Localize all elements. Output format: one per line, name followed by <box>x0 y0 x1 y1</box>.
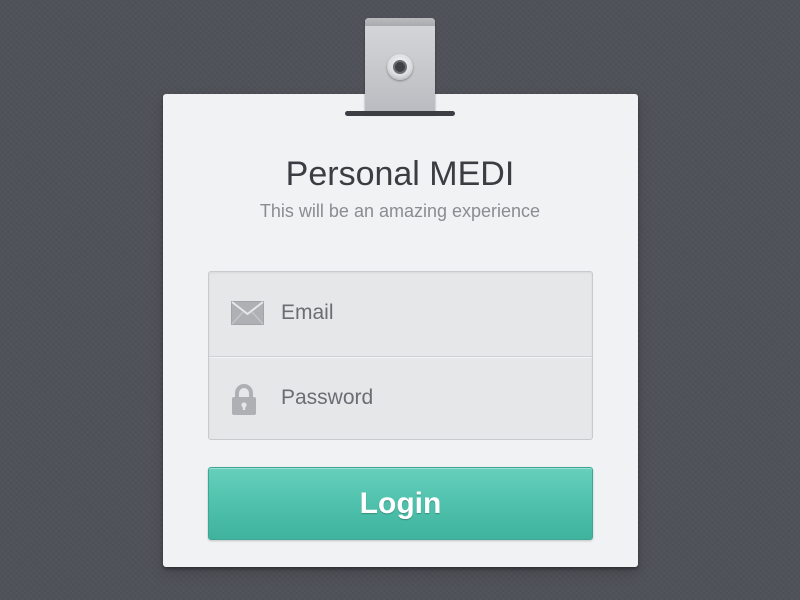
password-field-row[interactable] <box>209 356 592 439</box>
envelope-icon <box>231 301 264 330</box>
badge-clip-bar <box>345 111 455 116</box>
password-input[interactable] <box>281 383 571 413</box>
login-form-fields <box>208 271 593 440</box>
lock-icon <box>231 384 257 421</box>
email-input[interactable] <box>281 298 571 328</box>
login-button[interactable]: Login <box>208 467 593 540</box>
badge-clip-top <box>365 18 435 26</box>
page-title: Personal MEDI <box>285 155 515 193</box>
badge-clip-hole <box>387 54 413 80</box>
badge-clip <box>365 18 435 114</box>
email-field-row[interactable] <box>209 272 592 355</box>
page-subtitle: This will be an amazing experience <box>259 201 541 221</box>
